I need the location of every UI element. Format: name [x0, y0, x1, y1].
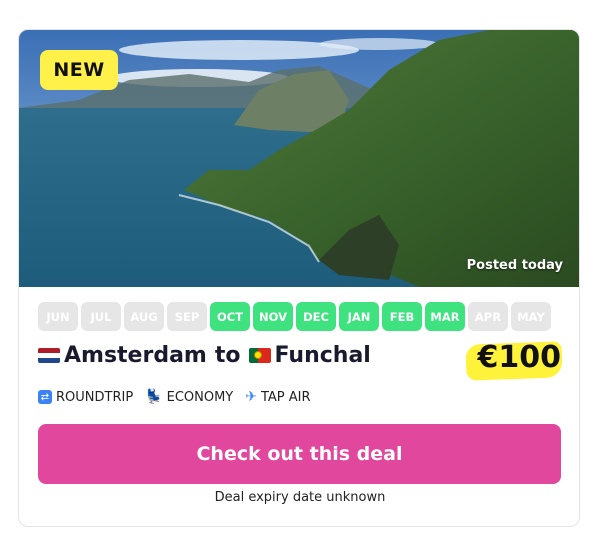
month-pill: JUN — [38, 302, 78, 331]
month-availability: JUN JUL AUG SEP OCT NOV DEC JAN FEB MAR … — [38, 302, 551, 331]
new-badge: NEW — [40, 50, 118, 90]
deal-card[interactable]: NEW Posted today JUN JUL AUG SEP OCT NOV… — [18, 29, 580, 527]
route-connector: to — [214, 343, 241, 368]
portugal-flag-icon — [248, 348, 271, 363]
check-deal-button[interactable]: Check out this deal — [38, 424, 561, 484]
trip-type-label: ROUNDTRIP — [56, 389, 134, 405]
month-pill: JUL — [81, 302, 121, 331]
price-tag: €100 — [464, 340, 566, 381]
airline-label: TAP AIR — [260, 389, 311, 405]
month-pill: MAY — [511, 302, 551, 331]
month-pill: NOV — [253, 302, 293, 331]
month-pill: DEC — [296, 302, 336, 331]
month-pill: MAR — [425, 302, 465, 331]
trip-type: ⇄ ROUNDTRIP — [38, 390, 133, 405]
cabin-class: 💺 ECONOMY — [145, 389, 233, 405]
month-pill: SEP — [167, 302, 207, 331]
month-pill: APR — [468, 302, 508, 331]
airplane-icon: ✈ — [245, 389, 257, 405]
destination-city: Funchal — [274, 343, 371, 368]
origin-city: Amsterdam — [64, 343, 207, 368]
month-pill: AUG — [124, 302, 164, 331]
price-value: €100 — [477, 340, 562, 375]
posted-label: Posted today — [466, 258, 563, 273]
hero-image: NEW Posted today — [19, 30, 579, 287]
expiry-note: Deal expiry date unknown — [214, 490, 386, 505]
month-pill: OCT — [210, 302, 250, 331]
month-pill: JAN — [339, 302, 379, 331]
deal-meta: ⇄ ROUNDTRIP 💺 ECONOMY ✈ TAP AIR — [38, 389, 311, 405]
roundtrip-icon: ⇄ — [38, 390, 52, 404]
route-title: Amsterdam to Funchal — [38, 343, 371, 368]
netherlands-flag-icon — [38, 348, 60, 363]
airline: ✈ TAP AIR — [245, 389, 310, 405]
cabin-label: ECONOMY — [166, 389, 234, 405]
month-pill: FEB — [382, 302, 422, 331]
seat-icon: 💺 — [145, 389, 163, 405]
